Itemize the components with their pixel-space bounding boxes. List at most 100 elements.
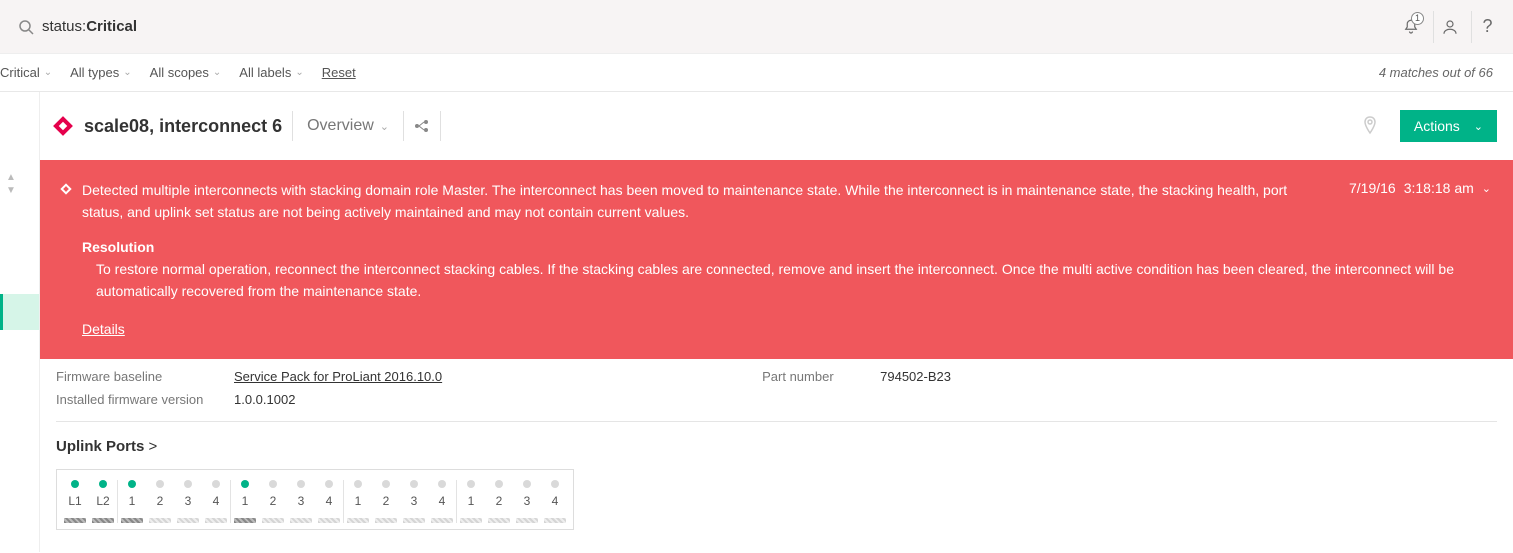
part-number-value: 794502-B23 <box>880 369 951 384</box>
port-cell[interactable]: 1 <box>118 480 146 523</box>
port-status-down-icon <box>212 480 220 488</box>
port-status-down-icon <box>354 480 362 488</box>
port-bar <box>516 518 538 523</box>
port-label: 1 <box>468 494 475 508</box>
port-group: L1L2 <box>61 480 117 523</box>
filter-types[interactable]: All types⌄ <box>70 65 132 80</box>
port-cell[interactable]: 2 <box>372 480 400 523</box>
port-bar <box>431 518 453 523</box>
alert-date: 7/19/16 <box>1349 180 1396 196</box>
port-cell[interactable]: 3 <box>287 480 315 523</box>
notification-badge: 1 <box>1411 12 1424 25</box>
help-button[interactable]: ? <box>1471 11 1503 43</box>
alert-banner: Detected multiple interconnects with sta… <box>40 160 1513 359</box>
pin-icon[interactable] <box>1362 116 1378 136</box>
port-bar <box>177 518 199 523</box>
port-cell[interactable]: 4 <box>428 480 456 523</box>
filter-status[interactable]: Critical ⌄ <box>0 65 52 80</box>
port-cell[interactable]: 3 <box>513 480 541 523</box>
search-icon <box>18 19 34 35</box>
filter-labels-label: All labels <box>239 65 291 80</box>
alert-message: Detected multiple interconnects with sta… <box>82 180 1337 223</box>
page-title: scale08, interconnect 6 <box>84 116 282 137</box>
alert-details-link[interactable]: Details <box>82 321 1491 337</box>
port-bar <box>121 518 143 523</box>
alert-resolution-body: To restore normal operation, reconnect t… <box>96 259 1491 302</box>
uplink-ports-heading[interactable]: Uplink Ports > <box>56 438 1497 455</box>
fw-baseline-value[interactable]: Service Pack for ProLiant 2016.10.0 <box>234 369 442 384</box>
search-prefix: status: <box>42 18 86 35</box>
port-cell[interactable]: L2 <box>89 480 117 523</box>
filter-scopes[interactable]: All scopes⌄ <box>150 65 222 80</box>
port-bar <box>375 518 397 523</box>
gutter-sort-icon[interactable]: ▲▼ <box>6 172 16 196</box>
port-status-down-icon <box>551 480 559 488</box>
port-cell[interactable]: 1 <box>457 480 485 523</box>
port-label: 1 <box>242 494 249 508</box>
fw-baseline-label: Firmware baseline <box>56 369 206 384</box>
search-box[interactable]: status:Critical <box>18 18 1395 35</box>
filter-status-label: Critical <box>0 65 40 80</box>
port-status-down-icon <box>438 480 446 488</box>
detail-panel: scale08, interconnect 6 Overview ⌄ Actio… <box>40 92 1513 552</box>
port-label: 2 <box>270 494 277 508</box>
port-cell[interactable]: 3 <box>400 480 428 523</box>
port-status-down-icon <box>325 480 333 488</box>
fw-installed-value: 1.0.0.1002 <box>234 392 295 407</box>
notifications-button[interactable]: 1 <box>1395 11 1427 43</box>
port-group: 1 234 <box>456 480 569 523</box>
top-bar: status:Critical 1 ? <box>0 0 1513 54</box>
view-selector[interactable]: Overview ⌄ <box>303 113 393 139</box>
chevron-down-icon: ⌄ <box>380 120 389 133</box>
port-bar <box>347 518 369 523</box>
properties-row: Firmware baseline Service Pack for ProLi… <box>56 369 1497 407</box>
port-cell[interactable]: 2 <box>259 480 287 523</box>
port-cell[interactable]: 2 <box>485 480 513 523</box>
uplink-port-diagram: L1L21234123412341234 <box>56 469 574 530</box>
alert-timestamp[interactable]: 7/19/16 3:18:18 am ⌄ <box>1349 180 1491 196</box>
port-bar <box>403 518 425 523</box>
port-status-up-icon <box>128 480 136 488</box>
port-status-down-icon <box>184 480 192 488</box>
search-value: Critical <box>86 18 137 35</box>
search-text: status:Critical <box>42 18 137 35</box>
port-label: 3 <box>298 494 305 508</box>
chevron-down-icon: ⌄ <box>44 67 52 78</box>
port-cell[interactable]: 1 <box>231 480 259 523</box>
port-cell[interactable]: 4 <box>202 480 230 523</box>
alert-time-value: 3:18:18 am <box>1404 180 1474 196</box>
alert-resolution-label: Resolution <box>82 239 1491 255</box>
port-status-down-icon <box>523 480 531 488</box>
map-button[interactable] <box>403 111 441 141</box>
port-bar <box>488 518 510 523</box>
actions-label: Actions <box>1414 118 1460 134</box>
port-label: 2 <box>496 494 503 508</box>
port-cell[interactable]: L1 <box>61 480 89 523</box>
filter-reset[interactable]: Reset <box>322 65 356 80</box>
port-label: 2 <box>383 494 390 508</box>
uplink-title-text: Uplink Ports <box>56 438 144 455</box>
port-cell[interactable]: 2 <box>146 480 174 523</box>
port-group: 12 34 <box>343 480 456 523</box>
port-bar <box>460 518 482 523</box>
port-status-down-icon <box>269 480 277 488</box>
list-gutter: ▲▼ <box>0 92 40 552</box>
port-bar <box>262 518 284 523</box>
port-cell[interactable]: 1 <box>344 480 372 523</box>
port-bar <box>234 518 256 523</box>
port-label: 4 <box>213 494 220 508</box>
port-cell[interactable]: 3 <box>174 480 202 523</box>
port-bar <box>290 518 312 523</box>
topbar-actions: 1 ? <box>1395 11 1503 43</box>
port-cell[interactable]: 4 <box>315 480 343 523</box>
content-layout: ▲▼ scale08, interconnect 6 Overview ⌄ Ac… <box>0 92 1513 552</box>
filter-labels[interactable]: All labels⌄ <box>239 65 303 80</box>
port-label: 3 <box>411 494 418 508</box>
port-cell[interactable]: 4 <box>541 480 569 523</box>
user-button[interactable] <box>1433 11 1465 43</box>
port-status-up-icon <box>99 480 107 488</box>
port-status-down-icon <box>156 480 164 488</box>
port-status-down-icon <box>382 480 390 488</box>
port-status-down-icon <box>495 480 503 488</box>
actions-button[interactable]: Actions ⌄ <box>1400 110 1497 142</box>
